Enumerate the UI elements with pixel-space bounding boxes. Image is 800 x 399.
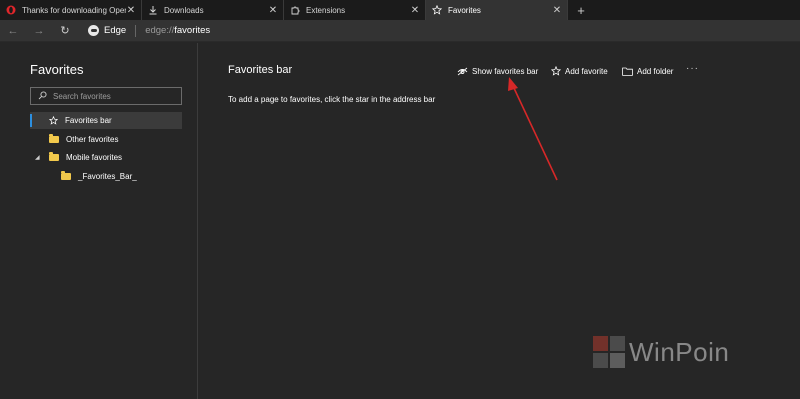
watermark: WinPoin: [593, 336, 729, 368]
winpoin-logo-icon: [593, 336, 625, 368]
watermark-text: WinPoin: [629, 336, 730, 367]
